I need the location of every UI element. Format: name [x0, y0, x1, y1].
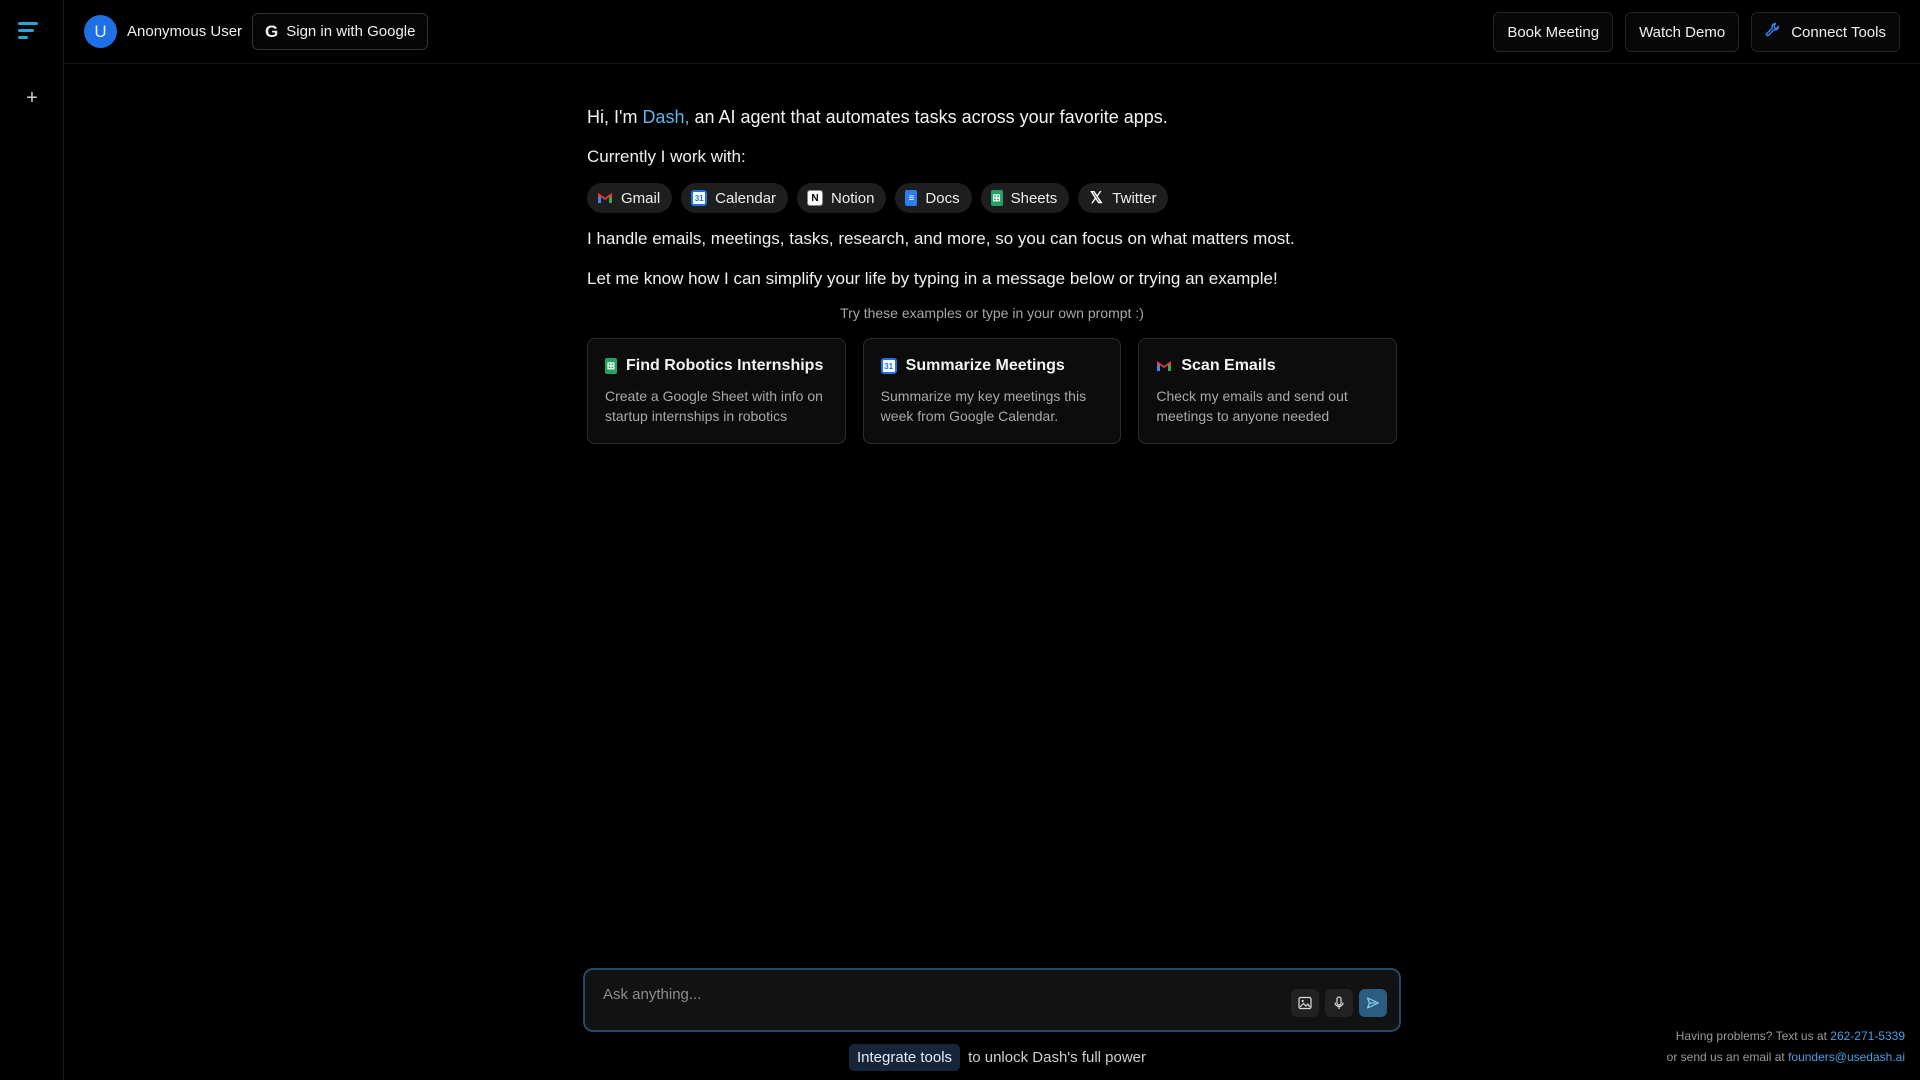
- tool-chip-calendar[interactable]: 31 Calendar: [681, 183, 789, 213]
- sign-in-google-button[interactable]: G Sign in with Google: [252, 13, 429, 50]
- send-icon[interactable]: [1359, 989, 1387, 1017]
- sheets-icon: ⊞: [990, 190, 1003, 206]
- prompt-input[interactable]: [603, 982, 1243, 1006]
- prompt-actions: [1291, 989, 1387, 1017]
- sign-in-label: Sign in with Google: [286, 23, 416, 40]
- calendar-icon: 31: [691, 190, 708, 206]
- prompt-box: [583, 968, 1401, 1032]
- card-description: Check my emails and send out meetings to…: [1156, 388, 1348, 424]
- integrate-row: Integrate tools to unlock Dash's full po…: [849, 1044, 1146, 1071]
- card-description: Summarize my key meetings this week from…: [880, 388, 1087, 424]
- tool-chip-sheets[interactable]: ⊞ Sheets: [980, 183, 1070, 213]
- top-actions: Book Meeting Watch Demo Connect Tools: [1493, 12, 1900, 52]
- user-profile[interactable]: U Anonymous User: [84, 15, 242, 48]
- intro-text: Hi, I'm Dash, an AI agent that automates…: [587, 104, 1397, 131]
- example-cards: ⊞ Find Robotics Internships Create a Goo…: [587, 338, 1398, 444]
- tool-chip-label: Notion: [831, 189, 875, 207]
- tool-chip-docs[interactable]: ≡ Docs: [895, 183, 972, 213]
- email-link[interactable]: founders@usedash.ai: [1788, 1050, 1905, 1064]
- help-contact: Having problems? Text us at 262-271-5339…: [1667, 1026, 1905, 1068]
- docs-icon: ≡: [905, 190, 918, 206]
- sidebar-rail: +: [0, 0, 64, 1080]
- tool-chip-gmail[interactable]: Gmail: [587, 183, 673, 213]
- help-line-email: or send us an email at founders@usedash.…: [1667, 1047, 1905, 1068]
- sheets-icon: ⊞: [605, 358, 617, 374]
- integrate-tools-button[interactable]: Integrate tools: [849, 1044, 961, 1071]
- connect-tools-button[interactable]: Connect Tools: [1751, 12, 1900, 52]
- card-title: Scan Emails: [1181, 357, 1276, 374]
- wrench-icon: [1765, 22, 1781, 43]
- book-meeting-button[interactable]: Book Meeting: [1493, 12, 1614, 52]
- x-icon: 𝕏: [1089, 190, 1103, 207]
- example-card-meetings[interactable]: 31 Summarize Meetings Summarize my key m…: [862, 338, 1122, 444]
- microphone-icon[interactable]: [1325, 989, 1353, 1017]
- card-header: Scan Emails: [1156, 357, 1379, 375]
- gmail-icon: [1156, 358, 1172, 374]
- help-text: Having problems? Text us at: [1675, 1029, 1831, 1043]
- tool-chips: Gmail 31 Calendar N Notion ≡ Docs ⊞ Shee…: [587, 183, 1397, 213]
- card-header: 31 Summarize Meetings: [880, 357, 1104, 375]
- help-text: or send us an email at: [1666, 1050, 1789, 1064]
- tool-chip-label: Sheets: [1010, 189, 1058, 207]
- agent-name: Dash,: [642, 107, 690, 127]
- gmail-icon: [597, 190, 613, 206]
- top-bar: U Anonymous User G Sign in with Google B…: [64, 0, 1920, 64]
- new-chat-plus-icon[interactable]: +: [22, 88, 42, 108]
- card-title: Summarize Meetings: [905, 357, 1065, 374]
- example-card-robotics[interactable]: ⊞ Find Robotics Internships Create a Goo…: [587, 338, 846, 444]
- user-name: Anonymous User: [127, 23, 243, 40]
- tool-chip-label: Calendar: [715, 189, 777, 207]
- currently-label: Currently I work with:: [587, 147, 746, 166]
- tool-chip-label: Twitter: [1112, 189, 1157, 207]
- examples-hint: Try these examples or type in your own p…: [840, 305, 1144, 321]
- example-card-emails[interactable]: Scan Emails Check my emails and send out…: [1138, 338, 1398, 444]
- card-header: ⊞ Find Robotics Internships: [605, 357, 828, 375]
- watch-demo-button[interactable]: Watch Demo: [1625, 12, 1740, 52]
- welcome-section: Hi, I'm Dash, an AI agent that automates…: [587, 104, 1398, 444]
- tool-chip-label: Docs: [925, 189, 960, 207]
- avatar: U: [84, 15, 117, 48]
- tool-chip-notion[interactable]: N Notion: [797, 183, 887, 213]
- intro-prefix: Hi, I'm: [587, 107, 643, 127]
- connect-tools-label: Connect Tools: [1791, 23, 1886, 41]
- google-icon: G: [265, 21, 279, 41]
- menu-icon[interactable]: [18, 22, 46, 42]
- intro-suffix: an AI agent that automates tasks across …: [689, 107, 1168, 127]
- tool-chip-twitter[interactable]: 𝕏 Twitter: [1078, 183, 1169, 213]
- call-to-action-text: Let me know how I can simplify your life…: [587, 269, 1278, 288]
- capabilities-text: I handle emails, meetings, tasks, resear…: [587, 229, 1295, 248]
- help-line-phone: Having problems? Text us at 262-271-5339: [1667, 1026, 1905, 1047]
- image-upload-icon[interactable]: [1291, 989, 1319, 1017]
- integrate-text: to unlock Dash's full power: [968, 1049, 1147, 1066]
- notion-icon: N: [807, 190, 824, 206]
- card-description: Create a Google Sheet with info on start…: [605, 388, 823, 424]
- card-title: Find Robotics Internships: [626, 357, 824, 374]
- phone-link[interactable]: 262-271-5339: [1830, 1029, 1905, 1043]
- calendar-icon: 31: [880, 358, 897, 374]
- tool-chip-label: Gmail: [621, 189, 661, 207]
